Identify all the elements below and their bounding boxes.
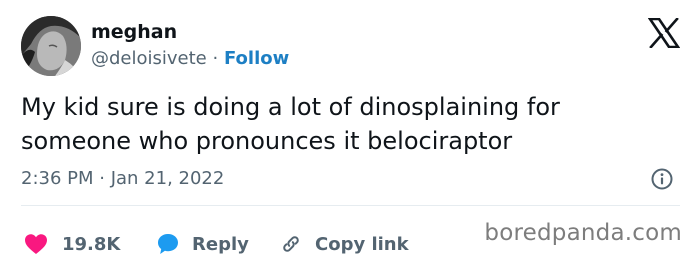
- tweet-timestamp[interactable]: 2:36 PM · Jan 21, 2022: [21, 167, 224, 191]
- author-handle[interactable]: @deloisivete: [91, 48, 207, 69]
- link-icon: [283, 236, 299, 252]
- avatar-photo: [21, 16, 81, 76]
- heart-icon: [25, 234, 47, 254]
- author-handle-row: @deloisivete · Follow: [91, 47, 289, 71]
- tweet-text: My kid sure is doing a lot of dinosplain…: [21, 90, 681, 158]
- like-button[interactable]: 19.8K: [24, 233, 120, 255]
- info-icon[interactable]: [650, 167, 674, 191]
- watermark: boredpanda.com: [484, 220, 682, 246]
- copy-link-button[interactable]: Copy link: [279, 232, 409, 256]
- speech-bubble-icon: [158, 234, 178, 254]
- tweet-text-line: someone who pronounces it belociraptor: [21, 127, 513, 155]
- display-name[interactable]: meghan: [91, 20, 177, 44]
- tweet-text-line: My kid sure is doing a lot of dinosplain…: [21, 93, 560, 121]
- reply-button[interactable]: Reply: [156, 232, 249, 256]
- reply-label: Reply: [192, 233, 249, 255]
- like-count: 19.8K: [62, 233, 121, 255]
- copy-link-label: Copy link: [315, 233, 409, 255]
- divider: [21, 205, 680, 206]
- x-logo-icon[interactable]: [647, 17, 681, 49]
- follow-button[interactable]: Follow: [224, 48, 289, 69]
- handle-separator: ·: [212, 48, 219, 69]
- avatar[interactable]: [21, 16, 81, 76]
